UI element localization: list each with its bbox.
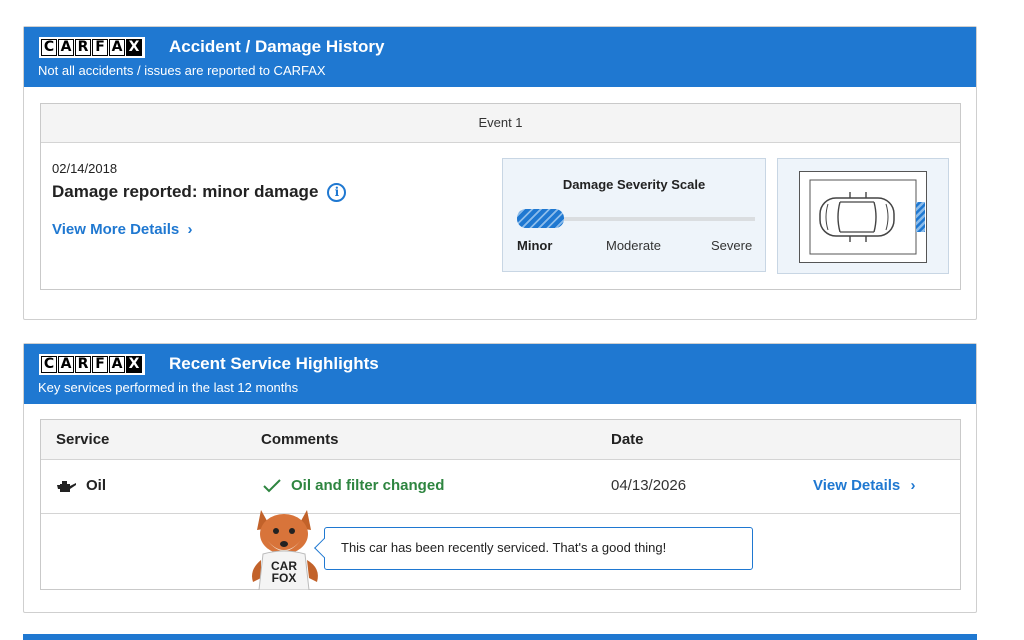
logo-letter: R [75, 39, 91, 56]
accident-card-title: Accident / Damage History [169, 37, 385, 56]
view-details-link[interactable]: View Details › [813, 477, 915, 494]
checkmark-icon [263, 478, 281, 492]
severity-label-severe: Severe [711, 238, 753, 253]
logo-letter: F [92, 356, 108, 373]
comment-cell: Oil and filter changed [262, 477, 444, 494]
chevron-right-icon: › [910, 477, 916, 494]
service-name: Oil [86, 477, 107, 494]
logo-letter: C [41, 356, 57, 373]
car-topview-icon [809, 179, 925, 255]
damage-diagram-panel [777, 158, 949, 274]
service-card-title: Recent Service Highlights [169, 354, 379, 373]
column-header-service: Service [56, 431, 110, 448]
service-highlights-card: C A R F A X Recent Service Highlights Ke… [23, 343, 977, 613]
severity-scale-fill [517, 209, 564, 228]
column-header-date: Date [611, 431, 644, 448]
chevron-right-icon: › [187, 221, 193, 238]
info-icon[interactable]: i [327, 182, 347, 202]
service-cell: Oil [57, 477, 106, 494]
accident-history-card: C A R F A X Accident / Damage History No… [23, 26, 977, 320]
service-card-header: C A R F A X Recent Service Highlights Ke… [24, 344, 976, 404]
logo-letter: A [58, 356, 74, 373]
service-date: 04/13/2026 [611, 477, 687, 494]
damage-severity-panel: Damage Severity Scale Minor Moderate Sev… [502, 158, 766, 272]
service-card-subtitle: Key services performed in the last 12 mo… [38, 380, 299, 395]
event-date: 02/14/2018 [52, 161, 118, 176]
view-more-details-link[interactable]: View More Details › [52, 221, 192, 238]
carfax-logo: C A R F A X [39, 37, 145, 58]
severity-label-moderate: Moderate [606, 238, 661, 253]
logo-letter: A [109, 39, 125, 56]
carfax-logo: C A R F A X [39, 354, 145, 375]
logo-letter: F [92, 39, 108, 56]
logo-letter: C [41, 39, 57, 56]
view-details-label: View Details [813, 477, 901, 494]
service-message-bubble: This car has been recently serviced. Tha… [324, 527, 753, 570]
view-more-details-label: View More Details [52, 221, 180, 238]
logo-letter: R [75, 356, 91, 373]
severity-label-minor: Minor [517, 238, 553, 253]
accident-card-header: C A R F A X Accident / Damage History No… [24, 27, 976, 87]
severity-title: Damage Severity Scale [562, 177, 706, 192]
logo-letter: X [126, 39, 142, 56]
service-comment: Oil and filter changed [291, 477, 445, 494]
service-table-header: Service Comments Date [41, 420, 960, 460]
event-label: Event 1 [41, 104, 960, 143]
service-table: Service Comments Date Oil Oil and filter… [40, 419, 961, 590]
mascot-shirt-text-bottom: FOX [272, 571, 297, 585]
car-diagram-frame [799, 171, 927, 263]
logo-letter: A [109, 356, 125, 373]
next-card-header [23, 634, 977, 640]
event-box: Event 1 02/14/2018 Damage reported: mino… [40, 103, 961, 290]
oil-can-icon [57, 480, 76, 492]
logo-letter: A [58, 39, 74, 56]
event-title: Damage reported: minor damage i [52, 182, 347, 202]
logo-letter: X [126, 356, 142, 373]
event-title-text: Damage reported: minor damage [52, 182, 319, 201]
accident-card-subtitle: Not all accidents / issues are reported … [38, 63, 326, 78]
table-row: Oil Oil and filter changed 04/13/2026 Vi… [41, 460, 960, 514]
column-header-comments: Comments [261, 431, 339, 448]
